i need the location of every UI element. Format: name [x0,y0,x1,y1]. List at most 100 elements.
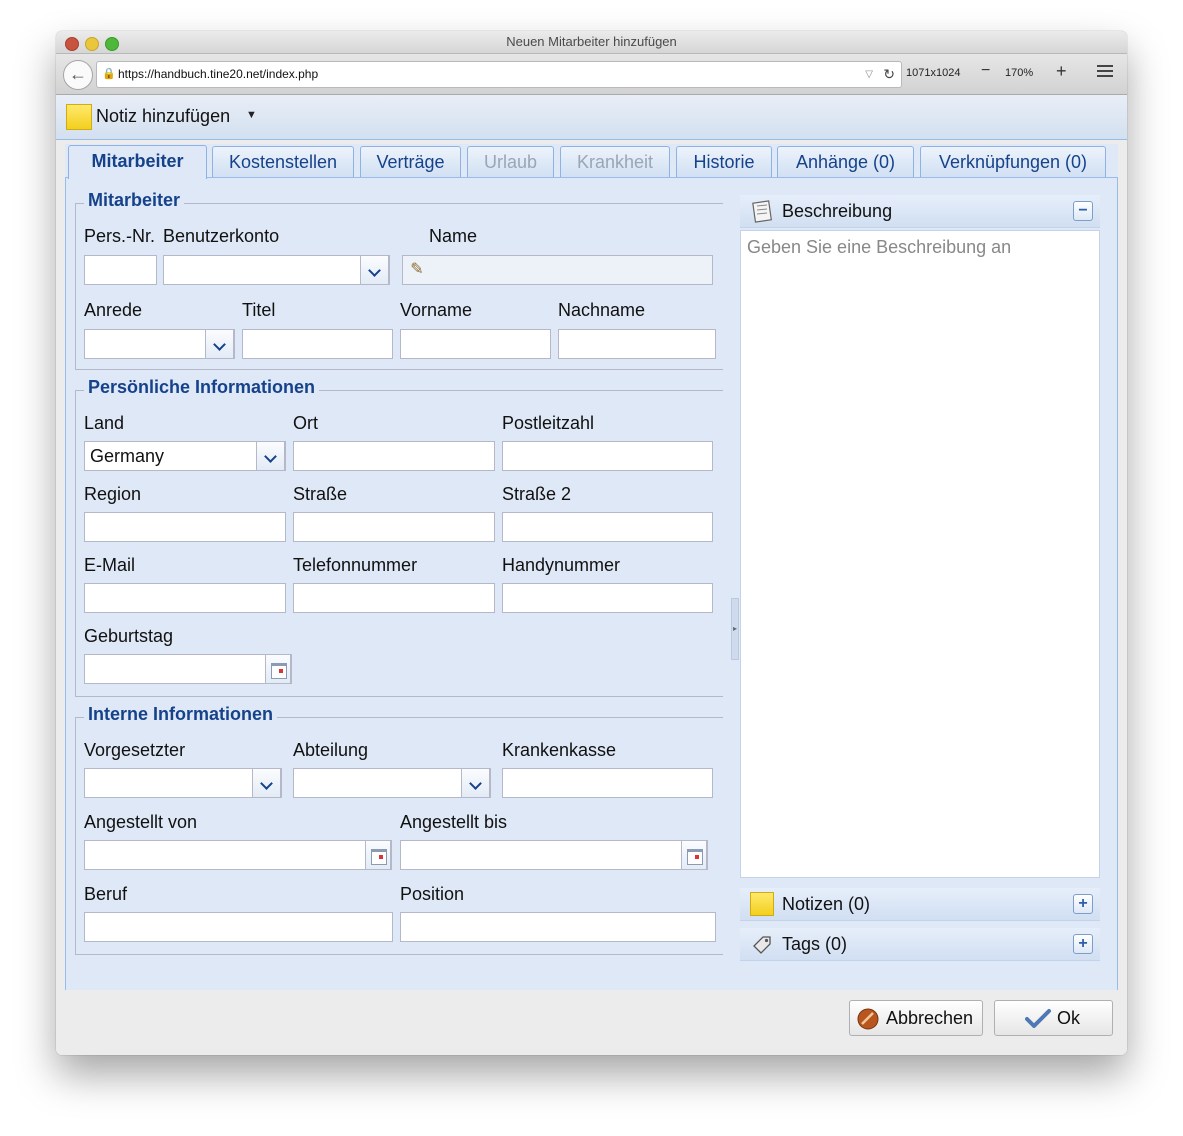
tab-vertraege[interactable]: Verträge [360,146,461,177]
url-dropdown-icon[interactable]: ▽ [865,62,873,87]
land-combo[interactable]: Germany [84,441,286,471]
label-name: Name [429,226,478,246]
angestellt-von-input[interactable] [84,840,392,870]
label-nachname: Nachname [558,300,646,320]
region-input[interactable] [84,512,286,542]
minimize-window-button[interactable] [85,37,99,51]
label-beruf: Beruf [84,884,128,904]
add-icon[interactable]: + [1073,894,1093,914]
note-icon [750,892,774,916]
vorname-input[interactable] [400,329,551,359]
notes-header: Notizen (0) + [740,888,1100,921]
maximize-window-button[interactable] [105,37,119,51]
legend-mitarbeiter: Mitarbeiter [84,190,185,211]
calendar-icon[interactable] [681,840,707,870]
label-vorname: Vorname [400,300,473,320]
tab-historie[interactable]: Historie [676,146,772,177]
description-title: Beschreibung [782,201,893,221]
label-position: Position [400,884,465,904]
chevron-down-icon[interactable] [205,329,234,359]
position-input[interactable] [400,912,716,942]
label-strasse: Straße [293,484,348,504]
calendar-icon[interactable] [265,654,291,684]
fieldset-persoenlich: Persönliche Informationen Land Ort Postl… [75,377,723,697]
angestellt-bis-input[interactable] [400,840,708,870]
krankenkasse-input[interactable] [502,768,713,798]
fieldset-intern: Interne Informationen Vorgesetzter Abtei… [75,704,723,955]
ok-label: Ok [1057,1008,1081,1028]
label-land: Land [84,413,125,433]
tab-kostenstellen[interactable]: Kostenstellen [212,146,354,177]
app-area: Notiz hinzufügen ▼ Mitarbeiter Kostenste… [56,95,1127,1055]
url-text: https://handbuch.tine20.net/index.php [118,67,319,81]
chevron-down-icon[interactable]: ▼ [246,109,257,121]
calendar-icon[interactable] [365,840,391,870]
dialog-footer: Abbrechen Ok [56,990,1127,1055]
geburtstag-input[interactable] [84,654,292,684]
back-arrow-icon: ← [69,64,87,84]
add-note-button[interactable]: Notiz hinzufügen [96,106,230,127]
fieldset-mitarbeiter: Mitarbeiter Pers.-Nr. Benutzerkonto Name… [75,190,723,370]
menu-icon[interactable] [1097,65,1113,79]
telefon-input[interactable] [293,583,495,613]
label-abteilung: Abteilung [293,740,369,760]
tab-verknuepfungen[interactable]: Verknüpfungen (0) [920,146,1106,177]
tab-urlaub: Urlaub [467,146,554,177]
land-value: Germany [90,446,165,466]
collapse-icon[interactable]: − [1073,201,1093,221]
label-angestellt-von: Angestellt von [84,812,198,832]
panel-splitter[interactable]: ▸ [731,598,739,660]
ort-input[interactable] [293,441,495,471]
close-window-button[interactable] [65,37,79,51]
email-input[interactable] [84,583,286,613]
label-ort: Ort [293,413,318,433]
strasse-input[interactable] [293,512,495,542]
tab-mitarbeiter[interactable]: Mitarbeiter [68,145,207,179]
dialog-body: Mitarbeiter Kostenstellen Verträge Urlau… [65,144,1118,1024]
vorgesetzter-combo[interactable] [84,768,282,798]
ok-button[interactable]: Ok [994,1000,1113,1036]
url-input[interactable]: 🔒 https://handbuch.tine20.net/index.php … [96,61,902,88]
zoom-out-icon[interactable]: − [981,62,990,80]
tab-krankheit: Krankheit [560,146,670,177]
benutzerkonto-combo[interactable] [163,255,390,285]
label-email: E-Mail [84,555,136,575]
chevron-down-icon[interactable] [360,255,389,285]
tab-anhaenge[interactable]: Anhänge (0) [777,146,914,177]
titel-input[interactable] [242,329,393,359]
chevron-down-icon[interactable] [256,441,285,471]
nachname-input[interactable] [558,329,716,359]
abteilung-combo[interactable] [293,768,491,798]
back-button[interactable]: ← [63,60,93,90]
strasse2-input[interactable] [502,512,713,542]
label-angestellt-bis: Angestellt bis [400,812,508,832]
cancel-button[interactable]: Abbrechen [849,1000,983,1036]
handy-input[interactable] [502,583,713,613]
note-icon [66,104,92,130]
beruf-input[interactable] [84,912,393,942]
add-icon[interactable]: + [1073,934,1093,954]
chevron-down-icon[interactable] [461,768,490,798]
label-handy: Handynummer [502,555,621,575]
legend-persoenlich: Persönliche Informationen [84,377,320,398]
title-bar: Neuen Mitarbeiter hinzufügen [56,31,1127,54]
description-textarea[interactable]: Geben Sie eine Beschreibung an [740,230,1100,878]
tags-header: Tags (0) + [740,928,1100,961]
tags-title: Tags (0) [782,934,848,954]
zoom-in-icon[interactable]: + [1056,61,1067,82]
label-strasse2: Straße 2 [502,484,572,504]
postleitzahl-input[interactable] [502,441,713,471]
reload-icon[interactable]: ↻ [883,62,895,87]
magic-wand-icon[interactable]: ✎ [403,256,431,284]
pers-nr-input[interactable] [84,255,157,285]
notes-title: Notizen (0) [782,894,871,914]
description-header: Beschreibung − [740,195,1100,228]
resolution-readout: 1071x1024 [906,67,961,79]
tab-panel: Mitarbeiter Pers.-Nr. Benutzerkonto Name… [65,177,1118,1024]
anrede-combo[interactable] [84,329,235,359]
address-bar: ← 🔒 https://handbuch.tine20.net/index.ph… [56,54,1127,95]
label-region: Region [84,484,142,504]
label-benutzerkonto: Benutzerkonto [163,226,280,246]
window-title: Neuen Mitarbeiter hinzufügen [506,34,677,49]
chevron-down-icon[interactable] [252,768,281,798]
